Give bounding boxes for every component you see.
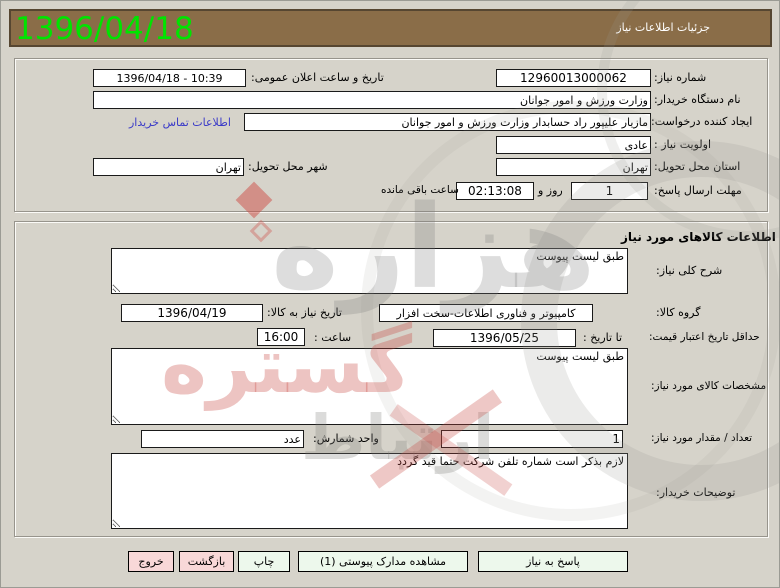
label-delivery-province: استان محل تحویل: xyxy=(654,160,741,173)
deadline-time-field[interactable] xyxy=(456,182,534,200)
validity-date-field[interactable] xyxy=(433,329,576,347)
quantity-field[interactable] xyxy=(441,430,623,448)
label-priority: اولویت نیاز : xyxy=(654,138,712,151)
announce-datetime-field[interactable] xyxy=(93,69,246,87)
buyer-contact-link[interactable]: اطلاعات تماس خریدار xyxy=(129,116,231,129)
goods-group-field[interactable] xyxy=(379,304,593,322)
count-unit-field[interactable] xyxy=(141,430,304,448)
label-need-date: تاریخ نیاز به کالا: xyxy=(267,306,342,319)
general-desc-textarea[interactable]: طبق لیست پیوست xyxy=(111,248,628,294)
label-quantity: تعداد / مقدار مورد نیاز: xyxy=(651,432,753,444)
label-until-date: تا تاریخ : xyxy=(583,331,622,344)
need-number-field[interactable] xyxy=(496,69,651,87)
respond-button[interactable]: پاسخ به نیاز xyxy=(478,551,628,572)
deadline-days-field[interactable] xyxy=(571,182,648,200)
header-date: 1396/04/18 xyxy=(15,11,194,47)
goods-specs-textarea[interactable]: طبق لیست پیوست xyxy=(111,348,628,425)
view-attachments-button[interactable]: مشاهده مدارک پیوستی (1) xyxy=(298,551,468,572)
priority-field[interactable] xyxy=(496,136,651,154)
label-buyer-notes: توضیحات خریدار: xyxy=(656,486,736,499)
print-button[interactable]: چاپ xyxy=(238,551,290,572)
delivery-city-field[interactable] xyxy=(93,158,244,176)
label-price-validity: حداقل تاریخ اعتبار قیمت: xyxy=(649,331,760,343)
label-goods-specs: مشخصات کالای مورد نیاز: xyxy=(651,380,767,392)
label-general-desc: شرح کلی نیاز: xyxy=(656,264,723,277)
label-need-number: شماره نیاز: xyxy=(654,71,707,84)
creator-field[interactable] xyxy=(244,113,651,131)
exit-button[interactable]: خروج xyxy=(128,551,174,572)
buyer-org-field[interactable] xyxy=(93,91,651,109)
header-bar: 1396/04/18 جزئیات اطلاعات نیاز xyxy=(9,9,772,47)
section-title-goods: اطلاعات کالاهای مورد نیاز xyxy=(621,230,776,244)
label-hour: ساعت : xyxy=(314,331,352,344)
label-announce-datetime: تاریخ و ساعت اعلان عمومی: xyxy=(251,71,384,84)
label-buyer-org: نام دستگاه خریدار: xyxy=(654,93,741,106)
label-goods-group: گروه کالا: xyxy=(656,306,701,319)
window: 1396/04/18 جزئیات اطلاعات نیاز شماره نیا… xyxy=(0,0,780,588)
page-title: جزئیات اطلاعات نیاز xyxy=(616,21,710,34)
validity-time-field[interactable] xyxy=(257,328,305,346)
back-button[interactable]: بازگشت xyxy=(179,551,234,572)
label-delivery-city: شهر محل تحویل: xyxy=(248,160,328,173)
label-creator: ایجاد کننده درخواست: xyxy=(651,115,753,128)
buyer-notes-textarea[interactable]: لازم بذکر است شماره تلفن شرکت حتما قید گ… xyxy=(111,453,628,529)
label-count-unit: واحد شمارش: xyxy=(313,432,379,445)
label-days-and: روز و xyxy=(538,184,563,197)
delivery-province-field[interactable] xyxy=(496,158,651,176)
label-response-deadline: مهلت ارسال پاسخ: xyxy=(654,184,742,197)
need-date-field[interactable] xyxy=(121,304,263,322)
label-hours-remaining: ساعت باقی مانده xyxy=(381,184,459,196)
